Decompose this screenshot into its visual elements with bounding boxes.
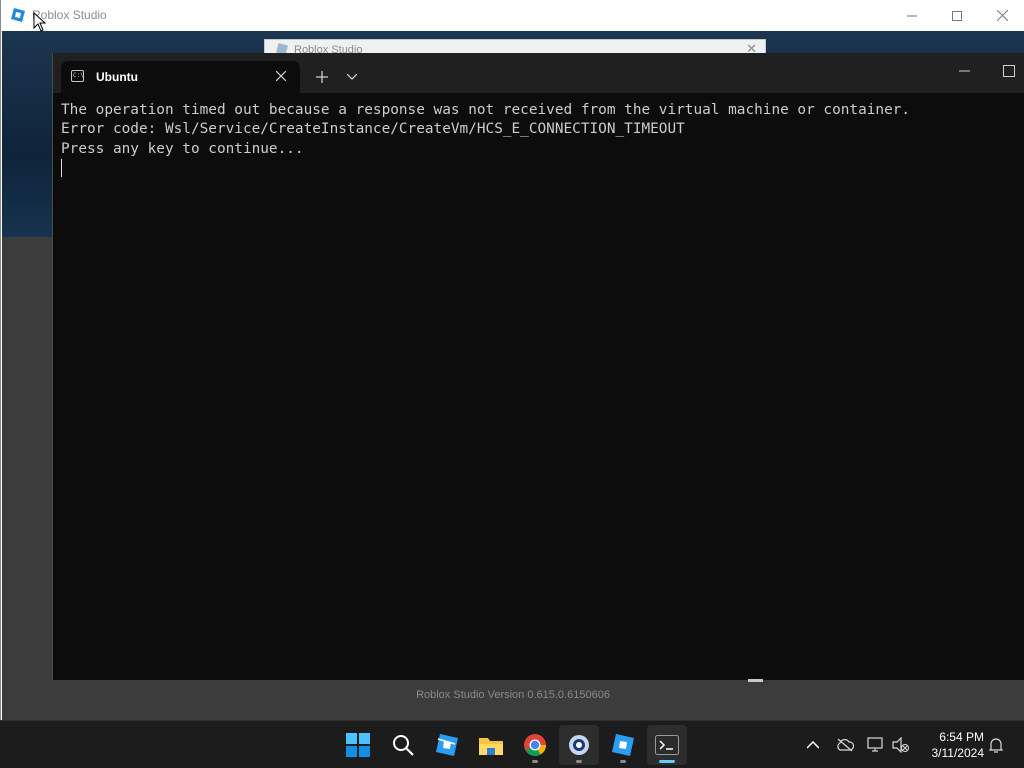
minimize-button[interactable] [889, 0, 935, 31]
network-icon [867, 737, 883, 752]
magnifier-app-icon [569, 735, 589, 755]
taskbar: 6:54 PM 3/11/2024 [0, 720, 1024, 768]
terminal-maximize-button[interactable] [1003, 65, 1015, 77]
chevron-down-icon [346, 73, 358, 80]
close-icon [275, 70, 287, 82]
clock-time: 6:54 PM [939, 730, 984, 744]
notification-bell-icon [988, 738, 1004, 753]
cloud-off-icon [837, 738, 854, 752]
search-icon [393, 735, 414, 756]
onedrive-tray-button[interactable] [835, 735, 855, 755]
notifications-button[interactable] [986, 735, 1006, 755]
chrome-icon [524, 734, 546, 756]
profile-dropdown-button[interactable] [341, 67, 363, 87]
terminal-taskbar-button[interactable] [647, 725, 687, 765]
chrome-taskbar-button[interactable] [515, 725, 555, 765]
terminal-icon: C:\ [71, 70, 84, 82]
running-indicator [620, 760, 626, 763]
terminal-icon [655, 735, 679, 755]
roblox-studio-taskbar-button[interactable] [427, 725, 467, 765]
roblox-icon [612, 734, 634, 756]
volume-tray-button[interactable] [891, 735, 911, 755]
terminal-output[interactable]: The operation timed out because a respon… [61, 101, 1011, 159]
plus-icon [316, 71, 328, 83]
running-indicator [576, 760, 582, 763]
mouse-pointer-icon [33, 12, 47, 32]
close-icon [996, 10, 1008, 21]
terminal-window[interactable]: C:\ Ubuntu The operation timed out becau… [52, 53, 1024, 680]
roblox-studio-icon [436, 734, 458, 756]
running-indicator [532, 760, 538, 763]
terminal-line: The operation timed out because a respon… [61, 102, 911, 118]
close-button[interactable] [979, 0, 1024, 31]
roblox-studio-icon [11, 8, 25, 22]
start-button[interactable] [338, 725, 378, 765]
clock-date: 3/11/2024 [931, 746, 985, 760]
app-taskbar-button[interactable] [559, 725, 599, 765]
folder-icon [479, 738, 503, 755]
roblox-player-taskbar-button[interactable] [603, 725, 643, 765]
terminal-minimize-button[interactable] [953, 61, 977, 81]
maximize-icon [952, 10, 962, 21]
volume-muted-icon [892, 737, 909, 753]
search-button[interactable] [383, 725, 423, 765]
active-indicator [659, 760, 675, 763]
roblox-titlebar[interactable]: Roblox Studio [1, 0, 1024, 32]
minimize-icon [959, 70, 970, 72]
roblox-version-text: Roblox Studio Version 0.615.0.6150606 [416, 689, 610, 701]
text-cursor [61, 159, 62, 177]
clock[interactable]: 6:54 PM 3/11/2024 [916, 729, 985, 761]
roblox-scroll-thumb[interactable] [748, 679, 763, 682]
file-explorer-taskbar-button[interactable] [471, 725, 511, 765]
maximize-button[interactable] [934, 0, 980, 31]
network-tray-button[interactable] [866, 735, 886, 755]
minimize-icon [907, 15, 917, 16]
terminal-tabbar[interactable]: C:\ Ubuntu [53, 53, 1024, 93]
new-tab-button[interactable] [311, 66, 333, 88]
terminal-line: Error code: Wsl/Service/CreateInstance/C… [61, 121, 685, 138]
windows-logo-icon [346, 733, 370, 757]
terminal-line: Press any key to continue... [61, 140, 304, 157]
tab-ubuntu[interactable]: C:\ Ubuntu [61, 61, 300, 93]
tab-close-button[interactable] [271, 66, 291, 86]
tab-label: Ubuntu [96, 70, 138, 84]
show-hidden-icons-button[interactable] [803, 735, 823, 755]
chevron-up-icon [807, 741, 819, 749]
